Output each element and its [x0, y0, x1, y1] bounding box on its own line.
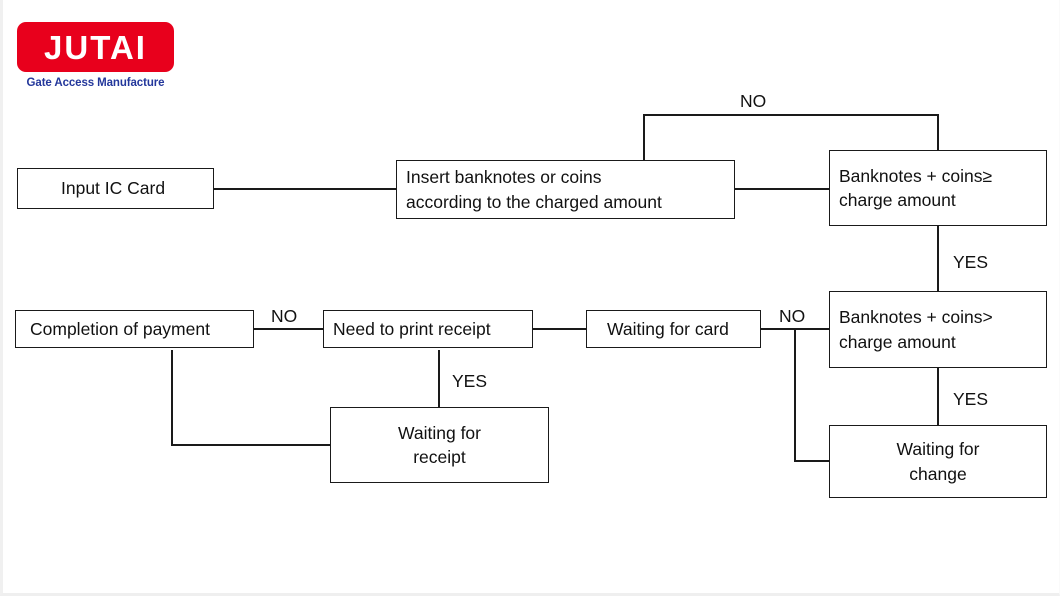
node-waiting-for-card[interactable]: Waiting for card [586, 310, 761, 348]
edge-label-no-card: NO [775, 306, 810, 327]
node-waiting-for-change[interactable]: Waiting for change [829, 425, 1047, 498]
node-check-banknotes-gte[interactable]: Banknotes + coins≥ charge amount [829, 150, 1047, 226]
node-insert-banknotes-label: Insert banknotes or coins according to t… [406, 167, 662, 212]
connector-check-gte-up [937, 114, 939, 151]
edge-label-yes-receipt: YES [448, 371, 492, 392]
node-need-print-receipt[interactable]: Need to print receipt [323, 310, 533, 348]
edge-label-no-top: NO [736, 91, 771, 112]
connector-no-loop-horizontal [644, 114, 939, 116]
node-waiting-for-receipt-label: Waiting for receipt [398, 422, 481, 467]
connector-input-to-insert [213, 188, 397, 190]
node-input-ic-card-label: Input IC Card [61, 178, 166, 199]
connector-card-to-receipt [533, 328, 587, 330]
node-waiting-for-card-label: Waiting for card [607, 318, 729, 339]
connector-no-branch-down [794, 328, 796, 461]
node-waiting-for-receipt[interactable]: Waiting for receipt [330, 407, 549, 483]
node-check-banknotes-gte-label: Banknotes + coins≥ charge amount [839, 165, 993, 210]
brand-logo: JUTAI Gate Access Manufacture [17, 22, 177, 89]
node-input-ic-card[interactable]: Input IC Card [17, 168, 214, 209]
edge-label-yes-gt: YES [949, 389, 993, 410]
connector-receipt-yes-down [438, 350, 440, 408]
connector-gte-yes-to-gt [937, 226, 939, 292]
node-check-banknotes-gt[interactable]: Banknotes + coins> charge amount [829, 291, 1047, 368]
connector-insert-to-check-gte [734, 188, 830, 190]
edge-label-no-receipt: NO [267, 306, 302, 327]
node-check-banknotes-gt-label: Banknotes + coins> charge amount [839, 307, 993, 352]
connector-no-branch-to-change [794, 460, 830, 462]
node-completion-of-payment[interactable]: Completion of payment [15, 310, 254, 348]
node-waiting-for-change-label: Waiting for change [896, 439, 980, 484]
edge-label-yes-gte: YES [949, 252, 993, 273]
node-insert-banknotes[interactable]: Insert banknotes or coins according to t… [396, 160, 735, 219]
logo-wordmark: JUTAI [44, 28, 147, 66]
node-need-print-receipt-label: Need to print receipt [333, 318, 491, 339]
connector-completion-down [171, 350, 173, 446]
node-completion-of-payment-label: Completion of payment [30, 318, 210, 339]
connector-receipt-no-to-completion [253, 328, 324, 330]
connector-completion-to-waiting-receipt [171, 444, 331, 446]
diagram-canvas: JUTAI Gate Access Manufacture NO YES NO … [0, 0, 1060, 596]
connector-gt-yes-to-change [937, 368, 939, 426]
connector-no-loop-down [643, 114, 645, 161]
logo-badge: JUTAI [17, 22, 174, 72]
logo-tagline: Gate Access Manufacture [26, 77, 165, 89]
